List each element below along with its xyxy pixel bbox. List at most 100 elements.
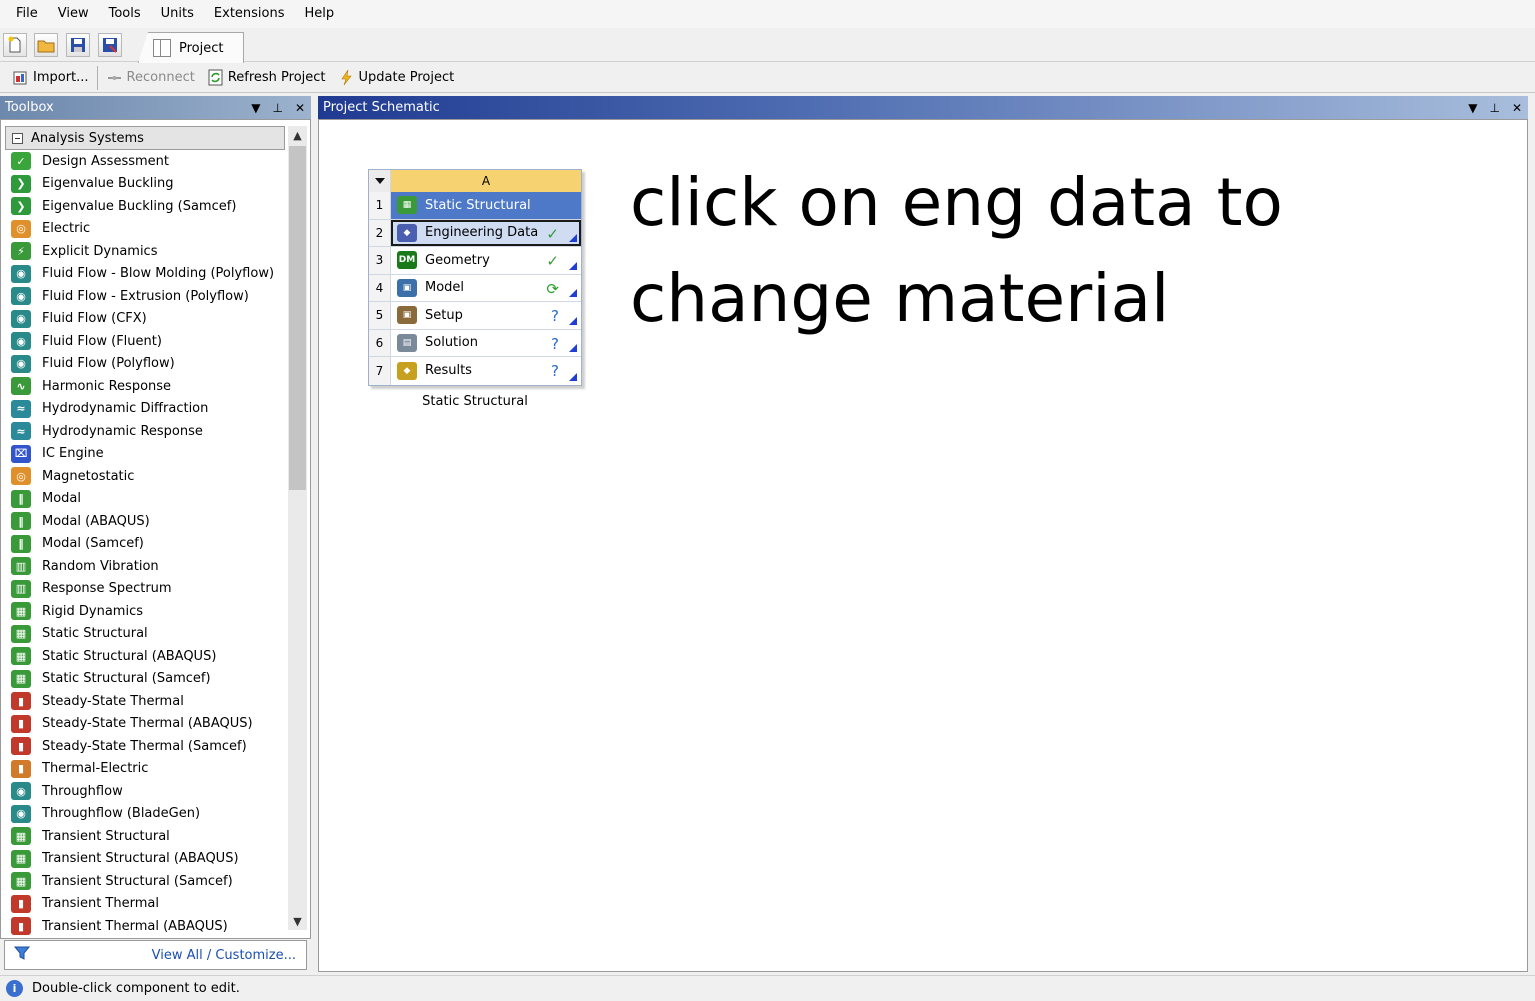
spectrum-icon: ▥ [11, 579, 31, 598]
context-corner-icon [569, 289, 577, 297]
update-project-button[interactable]: Update Project [332, 63, 461, 93]
toolbox-item[interactable]: ❯ Eigenvalue Buckling [11, 173, 286, 196]
refresh-icon [207, 69, 224, 86]
menu-extensions[interactable]: Extensions [204, 0, 295, 28]
toolbox-item-label: Modal [42, 491, 81, 507]
toolbox-item[interactable]: ◎ Electric [11, 218, 286, 241]
new-file-icon[interactable] [3, 33, 27, 57]
toolbox-item[interactable]: ▦ Static Structural (ABAQUS) [11, 645, 286, 668]
toolbox-item[interactable]: ≈ Hydrodynamic Response [11, 420, 286, 443]
save-icon[interactable] [66, 33, 90, 57]
toolbox-item[interactable]: ‖ Modal [11, 488, 286, 511]
toolbox-item[interactable]: ▮ Steady-State Thermal (Samcef) [11, 735, 286, 758]
system-cell-setup[interactable]: 5 ▣ Setup? [369, 302, 581, 330]
reconnect-button[interactable]: Reconnect [100, 63, 201, 93]
toolbox-item[interactable]: ❯ Eigenvalue Buckling (Samcef) [11, 195, 286, 218]
toolbox-item-label: Modal (Samcef) [42, 536, 144, 552]
pin-icon[interactable]: ⊥ [1489, 101, 1499, 115]
menu-tools[interactable]: Tools [99, 0, 151, 28]
menu-view[interactable]: View [48, 0, 99, 28]
toolbox-item[interactable]: ∿ Harmonic Response [11, 375, 286, 398]
system-cell-static-structural[interactable]: 1 ▦ Static Structural [369, 192, 581, 220]
close-icon[interactable]: ✕ [295, 101, 305, 115]
toolbox-footer: View All / Customize... [4, 940, 307, 970]
toolbox-item-label: Transient Structural (ABAQUS) [42, 851, 239, 867]
structural-icon: ▦ [397, 196, 417, 215]
toolbox-item[interactable]: ◉ Fluid Flow (Fluent) [11, 330, 286, 353]
toolbox-item[interactable]: ▥ Response Spectrum [11, 578, 286, 601]
toolbox-item[interactable]: ▦ Transient Structural (ABAQUS) [11, 848, 286, 871]
analysis-systems-group[interactable]: Analysis Systems [5, 126, 285, 150]
static-structural-system[interactable]: A 1 ▦ Static Structural 2 ◆ Engineering Data ✓… [368, 169, 585, 409]
toolbox-item[interactable]: ⌧ IC Engine [11, 443, 286, 466]
toolbox-item[interactable]: ◉ Throughflow (BladeGen) [11, 803, 286, 826]
setup-icon: ▣ [397, 306, 417, 325]
toolbox-item[interactable]: ◉ Throughflow [11, 780, 286, 803]
toolbox-item-label: Steady-State Thermal (Samcef) [42, 738, 247, 754]
menu-units[interactable]: Units [151, 0, 204, 28]
attention-question-icon: ? [551, 307, 559, 325]
toolbox-item[interactable]: ▥ Random Vibration [11, 555, 286, 578]
collapse-icon[interactable] [12, 132, 23, 144]
view-all-customize-link[interactable]: View All / Customize... [152, 948, 296, 963]
filter-icon[interactable] [13, 944, 31, 966]
scroll-down-icon[interactable]: ▼ [288, 912, 307, 930]
toolbox-item[interactable]: ▮ Transient Thermal [11, 893, 286, 916]
scroll-thumb[interactable] [289, 146, 306, 490]
menu-help[interactable]: Help [295, 0, 345, 28]
toolbox-item[interactable]: ◉ Fluid Flow - Blow Molding (Polyflow) [11, 263, 286, 286]
system-cell-solution[interactable]: 6 ▤ Solution? [369, 329, 581, 357]
save-as-icon[interactable] [98, 33, 122, 57]
toolbox-item[interactable]: ▮ Steady-State Thermal [11, 690, 286, 713]
hydro-icon: ≈ [11, 422, 31, 441]
toolbox-item[interactable]: ◉ Fluid Flow (Polyflow) [11, 353, 286, 376]
context-corner-icon [569, 234, 577, 242]
toolbox-item-label: Harmonic Response [42, 378, 172, 394]
toolbox-item-label: Throughflow [42, 783, 123, 799]
hydro-icon: ≈ [11, 399, 31, 418]
toolbox-item[interactable]: ✓ Design Assessment [11, 150, 286, 173]
toolbox-item[interactable]: ▦ Rigid Dynamics [11, 600, 286, 623]
tab-project-label: Project [179, 40, 224, 56]
tab-project[interactable]: Project [138, 32, 244, 63]
toolbox-item-label: Steady-State Thermal (ABAQUS) [42, 716, 253, 732]
dropdown-arrow-icon[interactable]: ▼ [251, 101, 260, 115]
toolbox-item[interactable]: ⚡ Explicit Dynamics [11, 240, 286, 263]
toolbox-item[interactable]: ▮ Steady-State Thermal (ABAQUS) [11, 713, 286, 736]
toolbox-item[interactable]: ◉ Fluid Flow (CFX) [11, 308, 286, 331]
close-icon[interactable]: ✕ [1512, 101, 1522, 115]
scroll-up-icon[interactable]: ▲ [288, 126, 307, 144]
system-cell-model[interactable]: 4 ▣ Model ⟳ [369, 274, 581, 302]
pin-icon[interactable]: ⊥ [272, 101, 282, 115]
system-cell-engineering-data[interactable]: 2 ◆ Engineering Data ✓ [369, 219, 581, 247]
toolbox-item[interactable]: ◎ Magnetostatic [11, 465, 286, 488]
project-tab-icon [153, 39, 171, 57]
solution-icon: ▤ [397, 333, 417, 352]
dropdown-arrow-icon[interactable]: ▼ [1468, 101, 1477, 115]
toolbox-item[interactable]: ‖ Modal (Samcef) [11, 533, 286, 556]
system-menu-arrow-icon[interactable] [369, 170, 391, 192]
toolbox-item[interactable]: ▦ Transient Structural (Samcef) [11, 870, 286, 893]
buckling-icon: ❯ [11, 197, 31, 216]
toolbox-item[interactable]: ▮ Thermal-Electric [11, 758, 286, 781]
toolbox-title: Toolbox [5, 100, 54, 115]
refresh-project-button[interactable]: Refresh Project [201, 63, 332, 93]
toolbox-item[interactable]: ▦ Static Structural [11, 623, 286, 646]
toolbox-scrollbar[interactable]: ▲ ▼ [288, 126, 307, 930]
system-caption[interactable]: Static Structural [368, 394, 582, 409]
toolbox-item[interactable]: ▦ Static Structural (Samcef) [11, 668, 286, 691]
fluid-icon: ◉ [11, 264, 31, 283]
toolbox-item[interactable]: ≈ Hydrodynamic Diffraction [11, 398, 286, 421]
toolbox-item-label: Hydrodynamic Response [42, 423, 203, 439]
import-button[interactable]: Import... [6, 63, 95, 93]
toolbox-item[interactable]: ▮ Transient Thermal (ABAQUS) [11, 915, 286, 938]
system-cell-results[interactable]: 7 ◆ Results? [369, 357, 581, 385]
toolbox-item[interactable]: ▦ Transient Structural [11, 825, 286, 848]
open-folder-icon[interactable] [34, 33, 58, 57]
system-cell-geometry[interactable]: 3 DM Geometry ✓ [369, 247, 581, 275]
toolbox-item-label: Static Structural [42, 626, 148, 642]
toolbox-item[interactable]: ◉ Fluid Flow - Extrusion (Polyflow) [11, 285, 286, 308]
menu-file[interactable]: File [6, 0, 48, 28]
vibration-icon: ▥ [11, 557, 31, 576]
toolbox-item[interactable]: ‖ Modal (ABAQUS) [11, 510, 286, 533]
